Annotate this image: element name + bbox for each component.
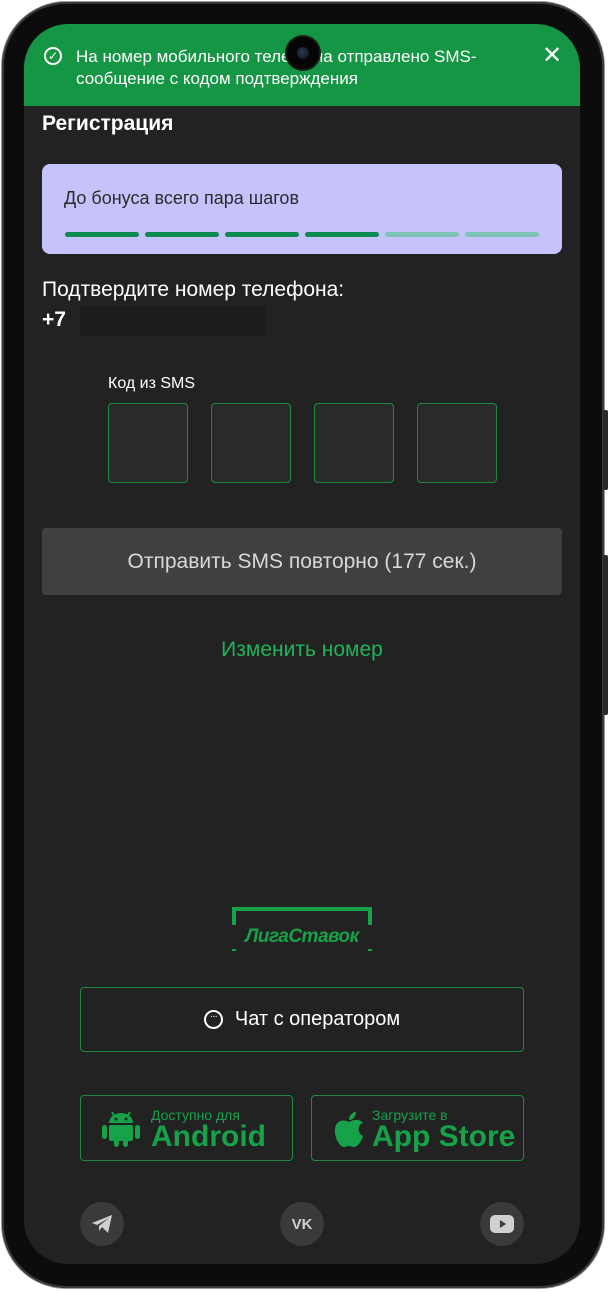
bonus-step-2 [145, 232, 219, 237]
bonus-step-3 [225, 232, 299, 237]
bonus-step-6 [465, 232, 539, 237]
bonus-step-1 [65, 232, 139, 237]
bonus-progress-steps [65, 232, 539, 237]
android-store-name: Android [151, 1120, 266, 1153]
sms-code-digit-4[interactable] [417, 403, 497, 483]
sms-code-digit-3[interactable] [314, 403, 394, 483]
phone-number-redacted [80, 306, 266, 336]
bonus-step-5 [385, 232, 459, 237]
phone-number-prefix: +7 [42, 308, 66, 331]
bonus-step-4 [305, 232, 379, 237]
close-icon[interactable]: ✕ [540, 44, 564, 68]
sms-code-digit-2[interactable] [211, 403, 291, 483]
chat-with-operator-button[interactable]: ··· Чат с оператором [80, 987, 524, 1052]
youtube-icon [490, 1215, 514, 1233]
page-title: Регистрация [42, 112, 174, 135]
apple-icon [334, 1112, 363, 1147]
change-number-link[interactable]: Изменить номер [24, 638, 580, 662]
phone-volume-button [603, 555, 608, 715]
youtube-button[interactable] [480, 1202, 524, 1246]
telegram-icon [92, 1215, 112, 1233]
front-camera [287, 37, 319, 69]
bonus-progress-card: До бонуса всего пара шагов [42, 164, 562, 254]
resend-sms-button[interactable]: Отправить SMS повторно (177 сек.) [42, 528, 562, 595]
sms-code-inputs [108, 403, 497, 483]
vk-icon: VK [291, 1215, 313, 1233]
sms-code-digit-1[interactable] [108, 403, 188, 483]
android-icon [102, 1111, 140, 1147]
vk-button[interactable]: VK [280, 1202, 324, 1246]
app-store-name: App Store [372, 1120, 516, 1153]
android-store-button[interactable]: Доступно для Android [80, 1095, 293, 1161]
phone-side-button [603, 410, 608, 490]
liga-stavok-logo: ЛигаСтавок [232, 907, 372, 951]
phone-screen: ✓ На номер мобильного телефона отправлен… [24, 24, 580, 1264]
sms-code-label: Код из SMS [108, 375, 196, 392]
chat-bubble-icon: ··· [203, 1010, 223, 1029]
chat-button-label: Чат с оператором [234, 1008, 401, 1030]
telegram-button[interactable] [80, 1202, 124, 1246]
app-store-button[interactable]: Загрузите в App Store [311, 1095, 524, 1161]
confirm-phone-label: Подтвердите номер телефона: [42, 278, 345, 301]
bonus-text: До бонуса всего пара шагов [64, 188, 300, 208]
check-circle-icon: ✓ [44, 47, 62, 65]
logo-text: ЛигаСтавок [232, 925, 372, 949]
